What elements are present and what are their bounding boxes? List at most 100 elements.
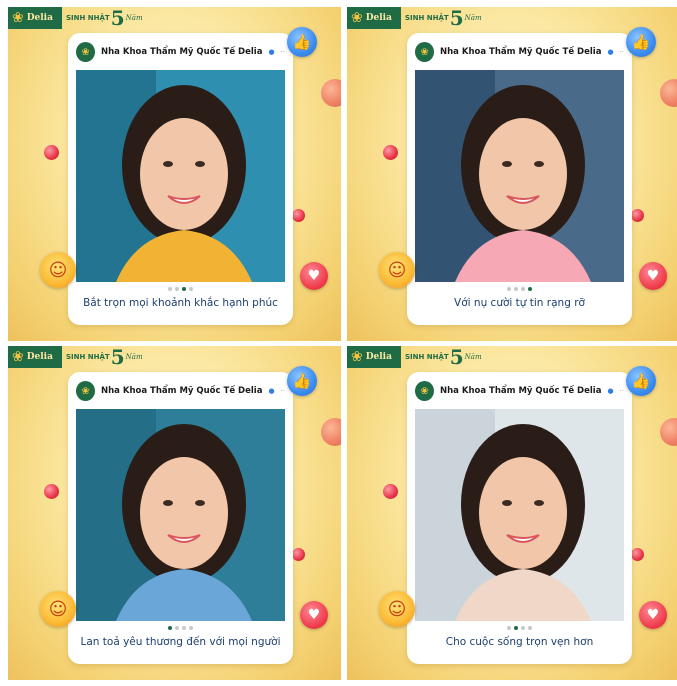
love-reaction-button[interactable]: ♥ [639,601,667,629]
post-caption: Cho cuộc sống trọn vẹn hơn [445,636,594,648]
anniversary-script: Năm [125,14,143,22]
post-photo[interactable] [415,409,624,621]
anniversary-badge: SINH NHẬT 5 Năm [66,8,143,28]
verified-badge-icon: ● [607,387,614,395]
page-avatar[interactable]: ❀ [415,42,435,62]
wow-reaction-button[interactable]: ☺ [379,591,415,627]
lotus-logo-icon: ❀ [12,349,24,365]
carousel-dots[interactable] [407,626,632,630]
post-header: ❀ Nha Khoa Thẩm Mỹ Quốc Tế Delia ● ·· [415,41,624,63]
love-reaction-button[interactable]: ♥ [639,262,667,290]
more-icon[interactable]: ·· [620,48,624,56]
decor-ball [44,484,59,499]
page-name[interactable]: Nha Khoa Thẩm Mỹ Quốc Tế Delia [440,386,601,396]
decor-ball [383,484,398,499]
decor-ball [292,209,305,222]
more-icon[interactable]: ·· [620,387,624,395]
brand-badge: ❀ Delia [8,346,62,368]
post-card[interactable]: ❀ Nha Khoa Thẩm Mỹ Quốc Tế Delia ● ·· [407,372,632,664]
love-reaction-button[interactable]: ♥ [300,262,328,290]
lotus-logo-icon: ❀ [12,10,24,26]
anniversary-label: SINH NHẬT [66,353,110,361]
promo-tile: ❀ Delia SINH NHẬT 5 Năm ❀ Nha Khoa Thẩm … [347,346,677,680]
anniversary-number: 5 [110,7,125,30]
carousel-dot[interactable] [189,626,193,630]
carousel-dot[interactable] [168,626,172,630]
carousel-dot[interactable] [175,626,179,630]
page-avatar[interactable]: ❀ [76,381,96,401]
decor-ball [660,79,677,107]
carousel-dot[interactable] [521,626,525,630]
like-reaction-button[interactable]: 👍 [287,366,317,396]
carousel-dots[interactable] [68,626,293,630]
like-reaction-button[interactable]: 👍 [287,27,317,57]
carousel-dot[interactable] [514,626,518,630]
post-photo[interactable] [415,70,624,282]
lotus-logo-icon: ❀ [351,349,363,365]
decor-ball [292,548,305,561]
post-caption: Lan toả yêu thương đến với mọi người [80,636,281,648]
wow-reaction-button[interactable]: ☺ [40,591,76,627]
page-name[interactable]: Nha Khoa Thẩm Mỹ Quốc Tế Delia [101,47,262,57]
more-icon[interactable]: ·· [281,387,285,395]
heart-icon: ♥ [646,268,660,284]
carousel-dot[interactable] [189,287,193,291]
anniversary-label: SINH NHẬT [405,14,449,22]
thumbs-up-icon: 👍 [631,33,651,51]
heart-icon: ♥ [307,607,321,623]
like-reaction-button[interactable]: 👍 [626,27,656,57]
carousel-dot[interactable] [182,287,186,291]
love-reaction-button[interactable]: ♥ [300,601,328,629]
anniversary-script: Năm [464,353,482,361]
anniversary-label: SINH NHẬT [405,353,449,361]
page-avatar[interactable]: ❀ [76,42,96,62]
carousel-dot[interactable] [168,287,172,291]
wow-reaction-button[interactable]: ☺ [40,252,76,288]
post-grid: ❀ Delia SINH NHẬT 5 Năm ❀ Nha Khoa Thẩm … [8,7,677,686]
anniversary-script: Năm [464,14,482,22]
wow-reaction-button[interactable]: ☺ [379,252,415,288]
anniversary-badge: SINH NHẬT 5 Năm [405,8,482,28]
anniversary-number: 5 [110,346,125,369]
carousel-dot[interactable] [521,287,525,291]
post-caption: Với nụ cười tự tin rạng rỡ [454,297,585,309]
post-photo[interactable] [76,70,285,282]
carousel-dot[interactable] [175,287,179,291]
post-header: ❀ Nha Khoa Thẩm Mỹ Quốc Tế Delia ● ·· [76,380,285,402]
post-card[interactable]: ❀ Nha Khoa Thẩm Mỹ Quốc Tế Delia ● ·· [68,372,293,664]
carousel-dot[interactable] [514,287,518,291]
promo-tile: ❀ Delia SINH NHẬT 5 Năm ❀ Nha Khoa Thẩm … [8,346,341,680]
verified-badge-icon: ● [607,48,614,56]
carousel-dots[interactable] [407,287,632,291]
anniversary-badge: SINH NHẬT 5 Năm [66,347,143,367]
page-name[interactable]: Nha Khoa Thẩm Mỹ Quốc Tế Delia [440,47,601,57]
brand-name: Delia [365,13,392,23]
anniversary-script: Năm [125,353,143,361]
page-name[interactable]: Nha Khoa Thẩm Mỹ Quốc Tế Delia [101,386,262,396]
carousel-dot[interactable] [182,626,186,630]
like-reaction-button[interactable]: 👍 [626,366,656,396]
verified-badge-icon: ● [268,48,275,56]
post-card[interactable]: ❀ Nha Khoa Thẩm Mỹ Quốc Tế Delia ● ·· [407,33,632,325]
portrait-photo [76,70,285,282]
post-header: ❀ Nha Khoa Thẩm Mỹ Quốc Tế Delia ● ·· [76,41,285,63]
carousel-dots[interactable] [68,287,293,291]
carousel-dot[interactable] [507,626,511,630]
heart-icon: ♥ [307,268,321,284]
portrait-photo [415,409,624,621]
page-avatar[interactable]: ❀ [415,381,435,401]
verified-badge-icon: ● [268,387,275,395]
carousel-dot[interactable] [507,287,511,291]
thumbs-up-icon: 👍 [292,33,312,51]
carousel-dot[interactable] [528,287,532,291]
post-card[interactable]: ❀ Nha Khoa Thẩm Mỹ Quốc Tế Delia ● ·· [68,33,293,325]
portrait-photo [415,70,624,282]
brand-name: Delia [26,352,53,362]
brand-name: Delia [26,13,53,23]
decor-ball [631,548,644,561]
brand-badge: ❀ Delia [8,7,62,29]
post-photo[interactable] [76,409,285,621]
more-icon[interactable]: ·· [281,48,285,56]
anniversary-number: 5 [449,7,464,30]
carousel-dot[interactable] [528,626,532,630]
